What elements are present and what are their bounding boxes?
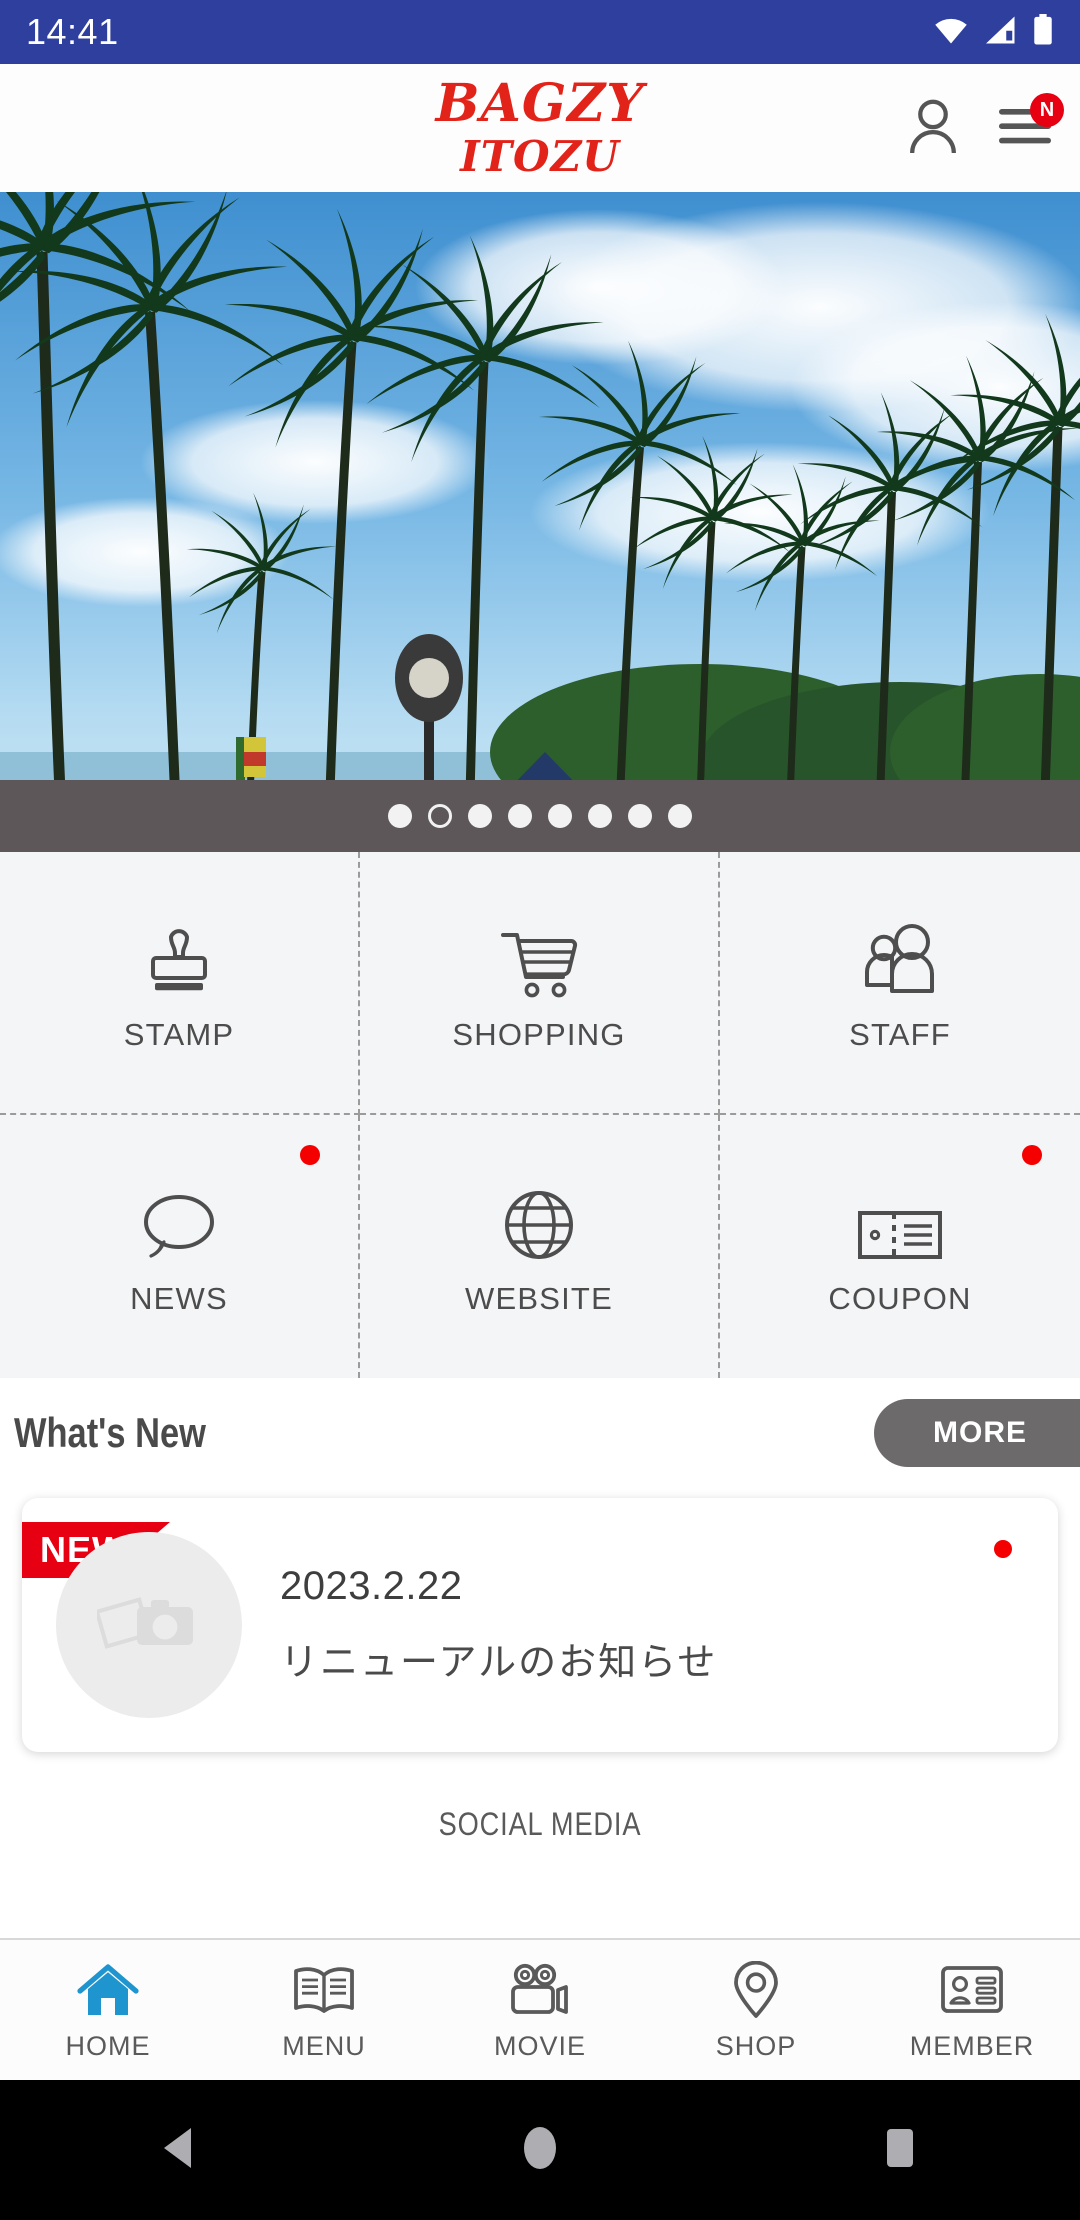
news-thumbnail bbox=[56, 1532, 242, 1718]
android-home-button[interactable] bbox=[360, 2124, 720, 2177]
wifi-icon bbox=[932, 15, 970, 50]
social-media-heading: SOCIAL MEDIA bbox=[438, 1806, 642, 1842]
home-icon bbox=[76, 1959, 140, 2021]
android-navigation-bar bbox=[0, 2080, 1080, 2220]
brand-logo-line2: ITOZU bbox=[460, 132, 620, 181]
android-recents-button[interactable] bbox=[720, 2125, 1080, 2176]
android-back-button[interactable] bbox=[0, 2125, 360, 2176]
menu-button[interactable]: N bbox=[994, 93, 1064, 159]
tab-label: MENU bbox=[282, 2030, 366, 2061]
account-button[interactable] bbox=[902, 97, 964, 159]
ticket-icon bbox=[856, 1177, 944, 1267]
carousel-slide-image bbox=[0, 192, 1080, 852]
carousel-dot-6[interactable] bbox=[588, 804, 612, 828]
menu-grid-label: SHOPPING bbox=[452, 1016, 626, 1052]
status-bar-icons bbox=[932, 13, 1054, 51]
carousel-dot-1[interactable] bbox=[388, 804, 412, 828]
carousel-indicators[interactable] bbox=[0, 780, 1080, 852]
carousel-dot-3[interactable] bbox=[468, 804, 492, 828]
back-triangle-icon bbox=[159, 2125, 201, 2176]
carousel-dot-2[interactable] bbox=[428, 804, 452, 828]
open-book-icon bbox=[290, 1959, 358, 2021]
coupon-unread-badge bbox=[1022, 1145, 1042, 1165]
menu-grid-item-shopping[interactable]: SHOPPING bbox=[360, 852, 720, 1115]
photo-placeholder-icon bbox=[94, 1585, 201, 1666]
brand-logo-line1: BAGZY bbox=[435, 73, 645, 134]
cellular-signal-icon bbox=[984, 15, 1018, 50]
video-camera-icon bbox=[507, 1959, 573, 2021]
home-circle-icon bbox=[520, 2124, 560, 2177]
whats-new-section: What's New MORE NEW 2023.2.22 リニューアルのお知ら… bbox=[0, 1378, 1080, 1938]
tab-home[interactable]: HOME bbox=[0, 1959, 216, 2062]
news-unread-badge bbox=[300, 1145, 320, 1165]
menu-grid-label: COUPON bbox=[828, 1280, 972, 1316]
menu-grid-label: STAMP bbox=[123, 1016, 235, 1052]
menu-grid-label: STAFF bbox=[849, 1016, 951, 1052]
whats-new-more-button[interactable]: MORE bbox=[874, 1399, 1080, 1467]
menu-grid: STAMP SHOPPING STAFF NEWS WEBSITE COUPON bbox=[0, 852, 1080, 1378]
whats-new-header: What's New MORE bbox=[0, 1378, 1080, 1488]
tab-label: MEMBER bbox=[909, 2030, 1035, 2061]
shopping-cart-icon bbox=[495, 913, 583, 1003]
section-title: What's New bbox=[14, 1409, 206, 1456]
tab-label: MOVIE bbox=[493, 2030, 586, 2061]
carousel-dot-7[interactable] bbox=[628, 804, 652, 828]
speech-bubble-icon bbox=[135, 1177, 223, 1267]
tab-label: HOME bbox=[65, 2030, 151, 2061]
carousel-dot-4[interactable] bbox=[508, 804, 532, 828]
battery-icon bbox=[1032, 13, 1054, 51]
menu-grid-label: WEBSITE bbox=[465, 1280, 613, 1316]
tab-shop[interactable]: SHOP bbox=[648, 1959, 864, 2062]
tab-member[interactable]: MEMBER bbox=[864, 1959, 1080, 2062]
stamp-icon bbox=[137, 913, 221, 1003]
menu-grid-item-news[interactable]: NEWS bbox=[0, 1115, 360, 1378]
app-screen: 14:41 BAGZY ITOZU N STAMP SHOPPING STAFF… bbox=[0, 0, 1080, 2220]
app-header: BAGZY ITOZU N bbox=[0, 64, 1080, 192]
hero-carousel[interactable] bbox=[0, 192, 1080, 852]
menu-grid-item-staff[interactable]: STAFF bbox=[720, 852, 1080, 1115]
globe-icon bbox=[497, 1177, 581, 1267]
news-unread-dot bbox=[994, 1540, 1012, 1558]
carousel-dot-5[interactable] bbox=[548, 804, 572, 828]
news-title-text: リニューアルのお知らせ bbox=[280, 1640, 718, 1684]
menu-grid-item-coupon[interactable]: COUPON bbox=[720, 1115, 1080, 1378]
menu-grid-label: NEWS bbox=[130, 1280, 228, 1316]
tab-menu[interactable]: MENU bbox=[216, 1959, 432, 2062]
status-bar-clock: 14:41 bbox=[26, 11, 119, 52]
bottom-tab-bar: HOME MENU MOVIE SHOP MEMBER bbox=[0, 1938, 1080, 2080]
recents-square-icon bbox=[880, 2125, 920, 2176]
news-list-item[interactable]: NEW 2023.2.22 リニューアルのお知らせ bbox=[22, 1498, 1058, 1752]
menu-grid-item-stamp[interactable]: STAMP bbox=[0, 852, 360, 1115]
id-card-icon bbox=[940, 1959, 1004, 2021]
location-pin-icon bbox=[730, 1959, 782, 2021]
person-icon bbox=[906, 97, 960, 160]
menu-grid-item-website[interactable]: WEBSITE bbox=[360, 1115, 720, 1378]
people-icon bbox=[857, 913, 943, 1003]
tab-label: SHOP bbox=[715, 2030, 797, 2061]
carousel-dot-8[interactable] bbox=[668, 804, 692, 828]
status-bar: 14:41 bbox=[0, 0, 1080, 64]
news-date: 2023.2.22 bbox=[280, 1564, 463, 1608]
menu-new-badge: N bbox=[1030, 93, 1064, 127]
tab-movie[interactable]: MOVIE bbox=[432, 1959, 648, 2062]
